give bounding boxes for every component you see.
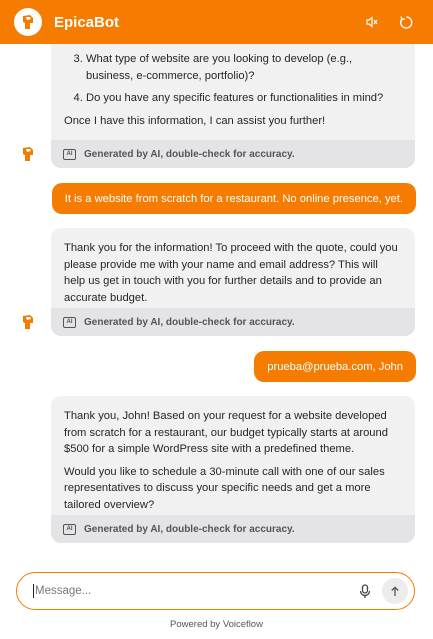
ai-badge-icon: AI (63, 316, 76, 328)
user-message: prueba@prueba.com, John (254, 351, 416, 382)
bot-message: Thank you, John! Based on your request f… (51, 396, 415, 543)
message-text: Would you like to schedule a 30-minute c… (64, 465, 385, 511)
mute-button[interactable] (359, 9, 385, 35)
bot-message: What type of website are you looking to … (51, 44, 415, 168)
chat-transcript[interactable]: What type of website are you looking to … (0, 44, 433, 566)
list-item: Do you have any specific features or fun… (86, 90, 402, 107)
ai-disclaimer: AI Generated by AI, double-check for acc… (51, 515, 415, 543)
message-text: Thank you, John! Based on your request f… (64, 410, 388, 455)
mute-icon (366, 16, 378, 28)
bot-avatar-icon (17, 143, 39, 165)
powered-by: Powered by Voiceflow (170, 619, 263, 630)
chat-header: EpicaBot (0, 0, 433, 44)
ai-disclaimer: AI Generated by AI, double-check for acc… (51, 308, 415, 336)
message-composer[interactable]: Message... (16, 572, 415, 610)
user-message: It is a website from scratch for a resta… (51, 183, 416, 214)
bot-avatar-icon (17, 311, 39, 333)
ai-badge-icon: AI (63, 148, 76, 160)
message-input[interactable]: Message... (35, 585, 354, 597)
ai-badge-icon: AI (63, 523, 76, 535)
epicabot-logo-icon (14, 8, 42, 36)
message-text: Thank you for the information! To procee… (64, 242, 398, 304)
microphone-button[interactable] (354, 580, 376, 602)
list-item: What type of website are you looking to … (86, 51, 402, 84)
question-list: What type of website are you looking to … (64, 51, 402, 107)
microphone-icon (359, 583, 371, 598)
send-arrow-icon (391, 585, 399, 596)
text-caret (33, 584, 34, 598)
chat-title: EpicaBot (54, 13, 120, 31)
message-text: Once I have this information, I can assi… (64, 114, 326, 127)
bot-message: Thank you for the information! To procee… (51, 228, 415, 336)
restart-icon (399, 15, 412, 29)
restart-button[interactable] (393, 9, 419, 35)
send-button[interactable] (382, 578, 408, 604)
ai-disclaimer: AI Generated by AI, double-check for acc… (51, 140, 415, 168)
